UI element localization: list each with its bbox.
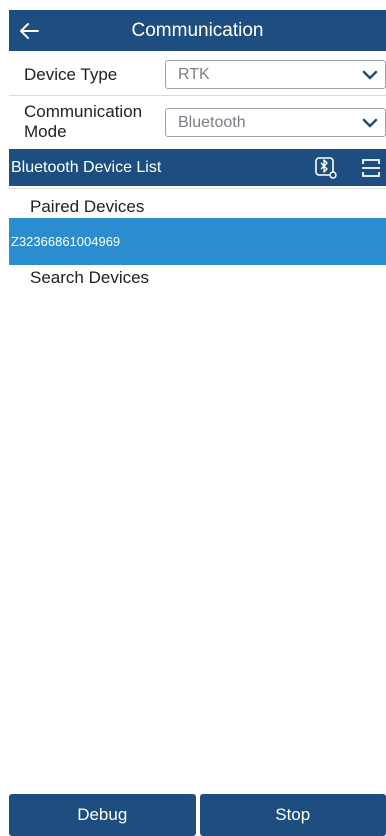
communication-mode-select[interactable]: Bluetooth <box>165 108 386 137</box>
device-list-header: Bluetooth Device List <box>9 149 386 186</box>
divider <box>9 188 386 189</box>
communication-mode-label: Communication Mode <box>24 102 143 141</box>
device-list-title: Bluetooth Device List <box>11 158 162 176</box>
bluetooth-settings-icon[interactable] <box>314 156 338 180</box>
divider <box>9 95 386 96</box>
device-id: Z32366861004969 <box>11 234 121 249</box>
device-type-value: RTK <box>178 65 210 83</box>
device-type-row: Device Type RTK <box>9 58 386 92</box>
back-button[interactable] <box>9 10 49 51</box>
debug-button[interactable]: Debug <box>9 794 196 836</box>
device-type-label: Device Type <box>24 65 118 84</box>
page-title: Communication <box>131 19 264 41</box>
chevron-down-icon <box>362 70 378 79</box>
stop-button[interactable]: Stop <box>199 794 386 836</box>
communication-mode-value: Bluetooth <box>178 113 246 131</box>
paired-devices-label: Paired Devices <box>30 197 145 216</box>
chevron-down-icon <box>362 118 378 127</box>
scan-icon[interactable] <box>359 156 383 180</box>
search-devices-label[interactable]: Search Devices <box>30 268 149 288</box>
back-arrow-icon <box>20 22 39 39</box>
footer-bar: Debug Stop <box>9 794 386 836</box>
device-type-select[interactable]: RTK <box>165 60 386 89</box>
communication-mode-row: Communication Mode Bluetooth <box>9 99 386 145</box>
list-item[interactable]: Z32366861004969 <box>9 218 386 265</box>
app-header: Communication <box>9 10 386 51</box>
